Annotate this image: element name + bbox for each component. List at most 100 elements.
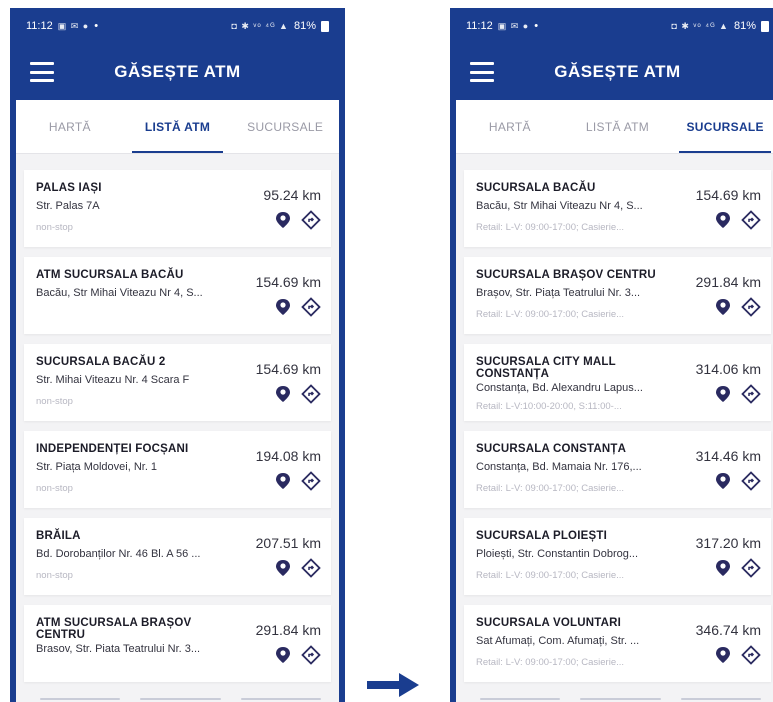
item-distance: 291.84 km <box>255 622 321 638</box>
item-address: Bacău, Str Mihai Viteazu Nr 4, S... <box>36 287 203 299</box>
status-time: 11:12 <box>466 20 493 32</box>
item-distance: 207.51 km <box>255 535 321 551</box>
list-item[interactable]: SUCURSALA VOLUNTARI Sat Afumați, Com. Af… <box>464 605 771 682</box>
item-distance: 317.20 km <box>695 535 761 551</box>
hamburger-icon[interactable] <box>470 62 494 82</box>
list-item[interactable]: SUCURSALA CITY MALL CONSTANȚA Constanța,… <box>464 344 771 421</box>
item-title: INDEPENDENȚEI FOCȘANI <box>36 443 189 455</box>
item-distance: 95.24 km <box>263 187 321 203</box>
atm-list: PALAS IAȘI Str. Palas 7A non-stop 95.24 … <box>16 154 339 682</box>
list-item[interactable]: ATM SUCURSALA BRAȘOV CENTRU Brasov, Str.… <box>24 605 331 682</box>
item-address: Ploiești, Str. Constantin Dobrog... <box>476 548 639 560</box>
bottom-nav-hint <box>480 698 761 700</box>
directions-icon[interactable] <box>741 384 761 404</box>
directions-icon[interactable] <box>301 558 321 578</box>
directions-icon[interactable] <box>301 210 321 230</box>
list-item[interactable]: SUCURSALA BACĂU Bacău, Str Mihai Viteazu… <box>464 170 771 247</box>
list-item[interactable]: INDEPENDENȚEI FOCȘANI Str. Piața Moldove… <box>24 431 331 508</box>
page-title: GĂSEȘTE ATM <box>114 62 241 81</box>
directions-icon[interactable] <box>301 645 321 665</box>
item-title: SUCURSALA BRAȘOV CENTRU <box>476 269 656 281</box>
location-pin-icon[interactable] <box>273 210 293 230</box>
signal-icons: ◘ ✱ ᵛᵒ ⁴ᴳ ▲ <box>231 20 289 31</box>
location-pin-icon[interactable] <box>713 645 733 665</box>
item-distance: 194.08 km <box>255 448 321 464</box>
notification-icons: ▣ ✉ ● <box>57 20 90 31</box>
item-schedule: non-stop <box>36 483 73 494</box>
item-schedule: non-stop <box>36 396 73 407</box>
main-content: HARTĂ LISTĂ ATM SUCURSALE PALAS IAȘI Str… <box>16 100 339 702</box>
status-dot: • <box>534 20 539 32</box>
tab-map[interactable]: HARTĂ <box>16 100 124 153</box>
tab-map[interactable]: HARTĂ <box>456 100 564 153</box>
list-item[interactable]: SUCURSALA BRAȘOV CENTRU Brașov, Str. Pia… <box>464 257 771 334</box>
item-address: Sat Afumați, Com. Afumați, Str. ... <box>476 635 640 647</box>
list-item[interactable]: PALAS IAȘI Str. Palas 7A non-stop 95.24 … <box>24 170 331 247</box>
list-item[interactable]: BRĂILA Bd. Dorobanților Nr. 46 Bl. A 56 … <box>24 518 331 595</box>
tab-branches[interactable]: SUCURSALE <box>231 100 339 153</box>
item-schedule: Retail: L-V:10:00-20:00, S:11:00-... <box>476 401 622 412</box>
location-pin-icon[interactable] <box>273 645 293 665</box>
tab-bar: HARTĂ LISTĂ ATM SUCURSALE <box>456 100 773 154</box>
directions-icon[interactable] <box>741 297 761 317</box>
location-pin-icon[interactable] <box>713 558 733 578</box>
item-address: Str. Piața Moldovei, Nr. 1 <box>36 461 158 473</box>
phone-screen-atm-list: 11:12 ▣ ✉ ● • ◘ ✱ ᵛᵒ ⁴ᴳ ▲ 81% GĂSEȘTE AT… <box>10 8 345 702</box>
arrow-right-icon <box>365 671 421 699</box>
battery-icon <box>761 20 769 32</box>
item-title: PALAS IAȘI <box>36 182 102 194</box>
list-item[interactable]: SUCURSALA CONSTANȚA Constanța, Bd. Mamai… <box>464 431 771 508</box>
list-item[interactable]: SUCURSALA BACĂU 2 Str. Mihai Viteazu Nr.… <box>24 344 331 421</box>
tab-branches[interactable]: SUCURSALE <box>671 100 773 153</box>
item-title: ATM SUCURSALA BACĂU <box>36 269 184 281</box>
location-pin-icon[interactable] <box>713 471 733 491</box>
item-distance: 314.06 km <box>695 361 761 377</box>
directions-icon[interactable] <box>741 558 761 578</box>
item-title: SUCURSALA CITY MALL CONSTANȚA <box>476 356 616 380</box>
main-content: HARTĂ LISTĂ ATM SUCURSALE SUCURSALA BACĂ… <box>456 100 773 702</box>
item-title: SUCURSALA BACĂU <box>476 182 596 194</box>
item-address: Str. Palas 7A <box>36 200 100 212</box>
location-pin-icon[interactable] <box>273 384 293 404</box>
item-title: SUCURSALA BACĂU 2 <box>36 356 166 368</box>
location-pin-icon[interactable] <box>273 558 293 578</box>
item-schedule: non-stop <box>36 570 73 581</box>
item-title: SUCURSALA CONSTANȚA <box>476 443 627 455</box>
location-pin-icon[interactable] <box>713 297 733 317</box>
item-address: Str. Mihai Viteazu Nr. 4 Scara F <box>36 374 190 386</box>
battery-icon <box>321 20 329 32</box>
hamburger-icon[interactable] <box>30 62 54 82</box>
directions-icon[interactable] <box>301 384 321 404</box>
item-distance: 346.74 km <box>695 622 761 638</box>
location-pin-icon[interactable] <box>713 210 733 230</box>
location-pin-icon[interactable] <box>273 297 293 317</box>
tab-atm-list[interactable]: LISTĂ ATM <box>124 100 232 153</box>
page-title: GĂSEȘTE ATM <box>554 62 681 81</box>
directions-icon[interactable] <box>301 471 321 491</box>
status-dot: • <box>94 20 99 32</box>
status-bar: 11:12 ▣ ✉ ● • ◘ ✱ ᵛᵒ ⁴ᴳ ▲ 81% <box>456 8 773 44</box>
app-bar: GĂSEȘTE ATM <box>16 44 339 100</box>
directions-icon[interactable] <box>301 297 321 317</box>
item-distance: 291.84 km <box>695 274 761 290</box>
item-address: Brașov, Str. Piața Teatrului Nr. 3... <box>476 287 641 299</box>
item-title: ATM SUCURSALA BRAȘOV CENTRU <box>36 617 192 641</box>
item-distance: 314.46 km <box>695 448 761 464</box>
phone-screen-branches: 11:12 ▣ ✉ ● • ◘ ✱ ᵛᵒ ⁴ᴳ ▲ 81% GĂSEȘTE AT… <box>450 8 773 702</box>
item-schedule: Retail: L-V: 09:00-17:00; Casierie... <box>476 657 625 668</box>
list-item[interactable]: SUCURSALA PLOIEȘTI Ploiești, Str. Consta… <box>464 518 771 595</box>
list-item[interactable]: ATM SUCURSALA BACĂU Bacău, Str Mihai Vit… <box>24 257 331 334</box>
tab-atm-list[interactable]: LISTĂ ATM <box>564 100 672 153</box>
branch-list: SUCURSALA BACĂU Bacău, Str Mihai Viteazu… <box>456 154 773 682</box>
location-pin-icon[interactable] <box>713 384 733 404</box>
status-time: 11:12 <box>26 20 53 32</box>
directions-icon[interactable] <box>741 645 761 665</box>
item-address: Constanța, Bd. Mamaia Nr. 176,... <box>476 461 642 473</box>
directions-icon[interactable] <box>741 210 761 230</box>
item-title: BRĂILA <box>36 530 81 542</box>
status-bar: 11:12 ▣ ✉ ● • ◘ ✱ ᵛᵒ ⁴ᴳ ▲ 81% <box>16 8 339 44</box>
location-pin-icon[interactable] <box>273 471 293 491</box>
bottom-nav-hint <box>40 698 321 700</box>
item-title: SUCURSALA VOLUNTARI <box>476 617 621 629</box>
directions-icon[interactable] <box>741 471 761 491</box>
